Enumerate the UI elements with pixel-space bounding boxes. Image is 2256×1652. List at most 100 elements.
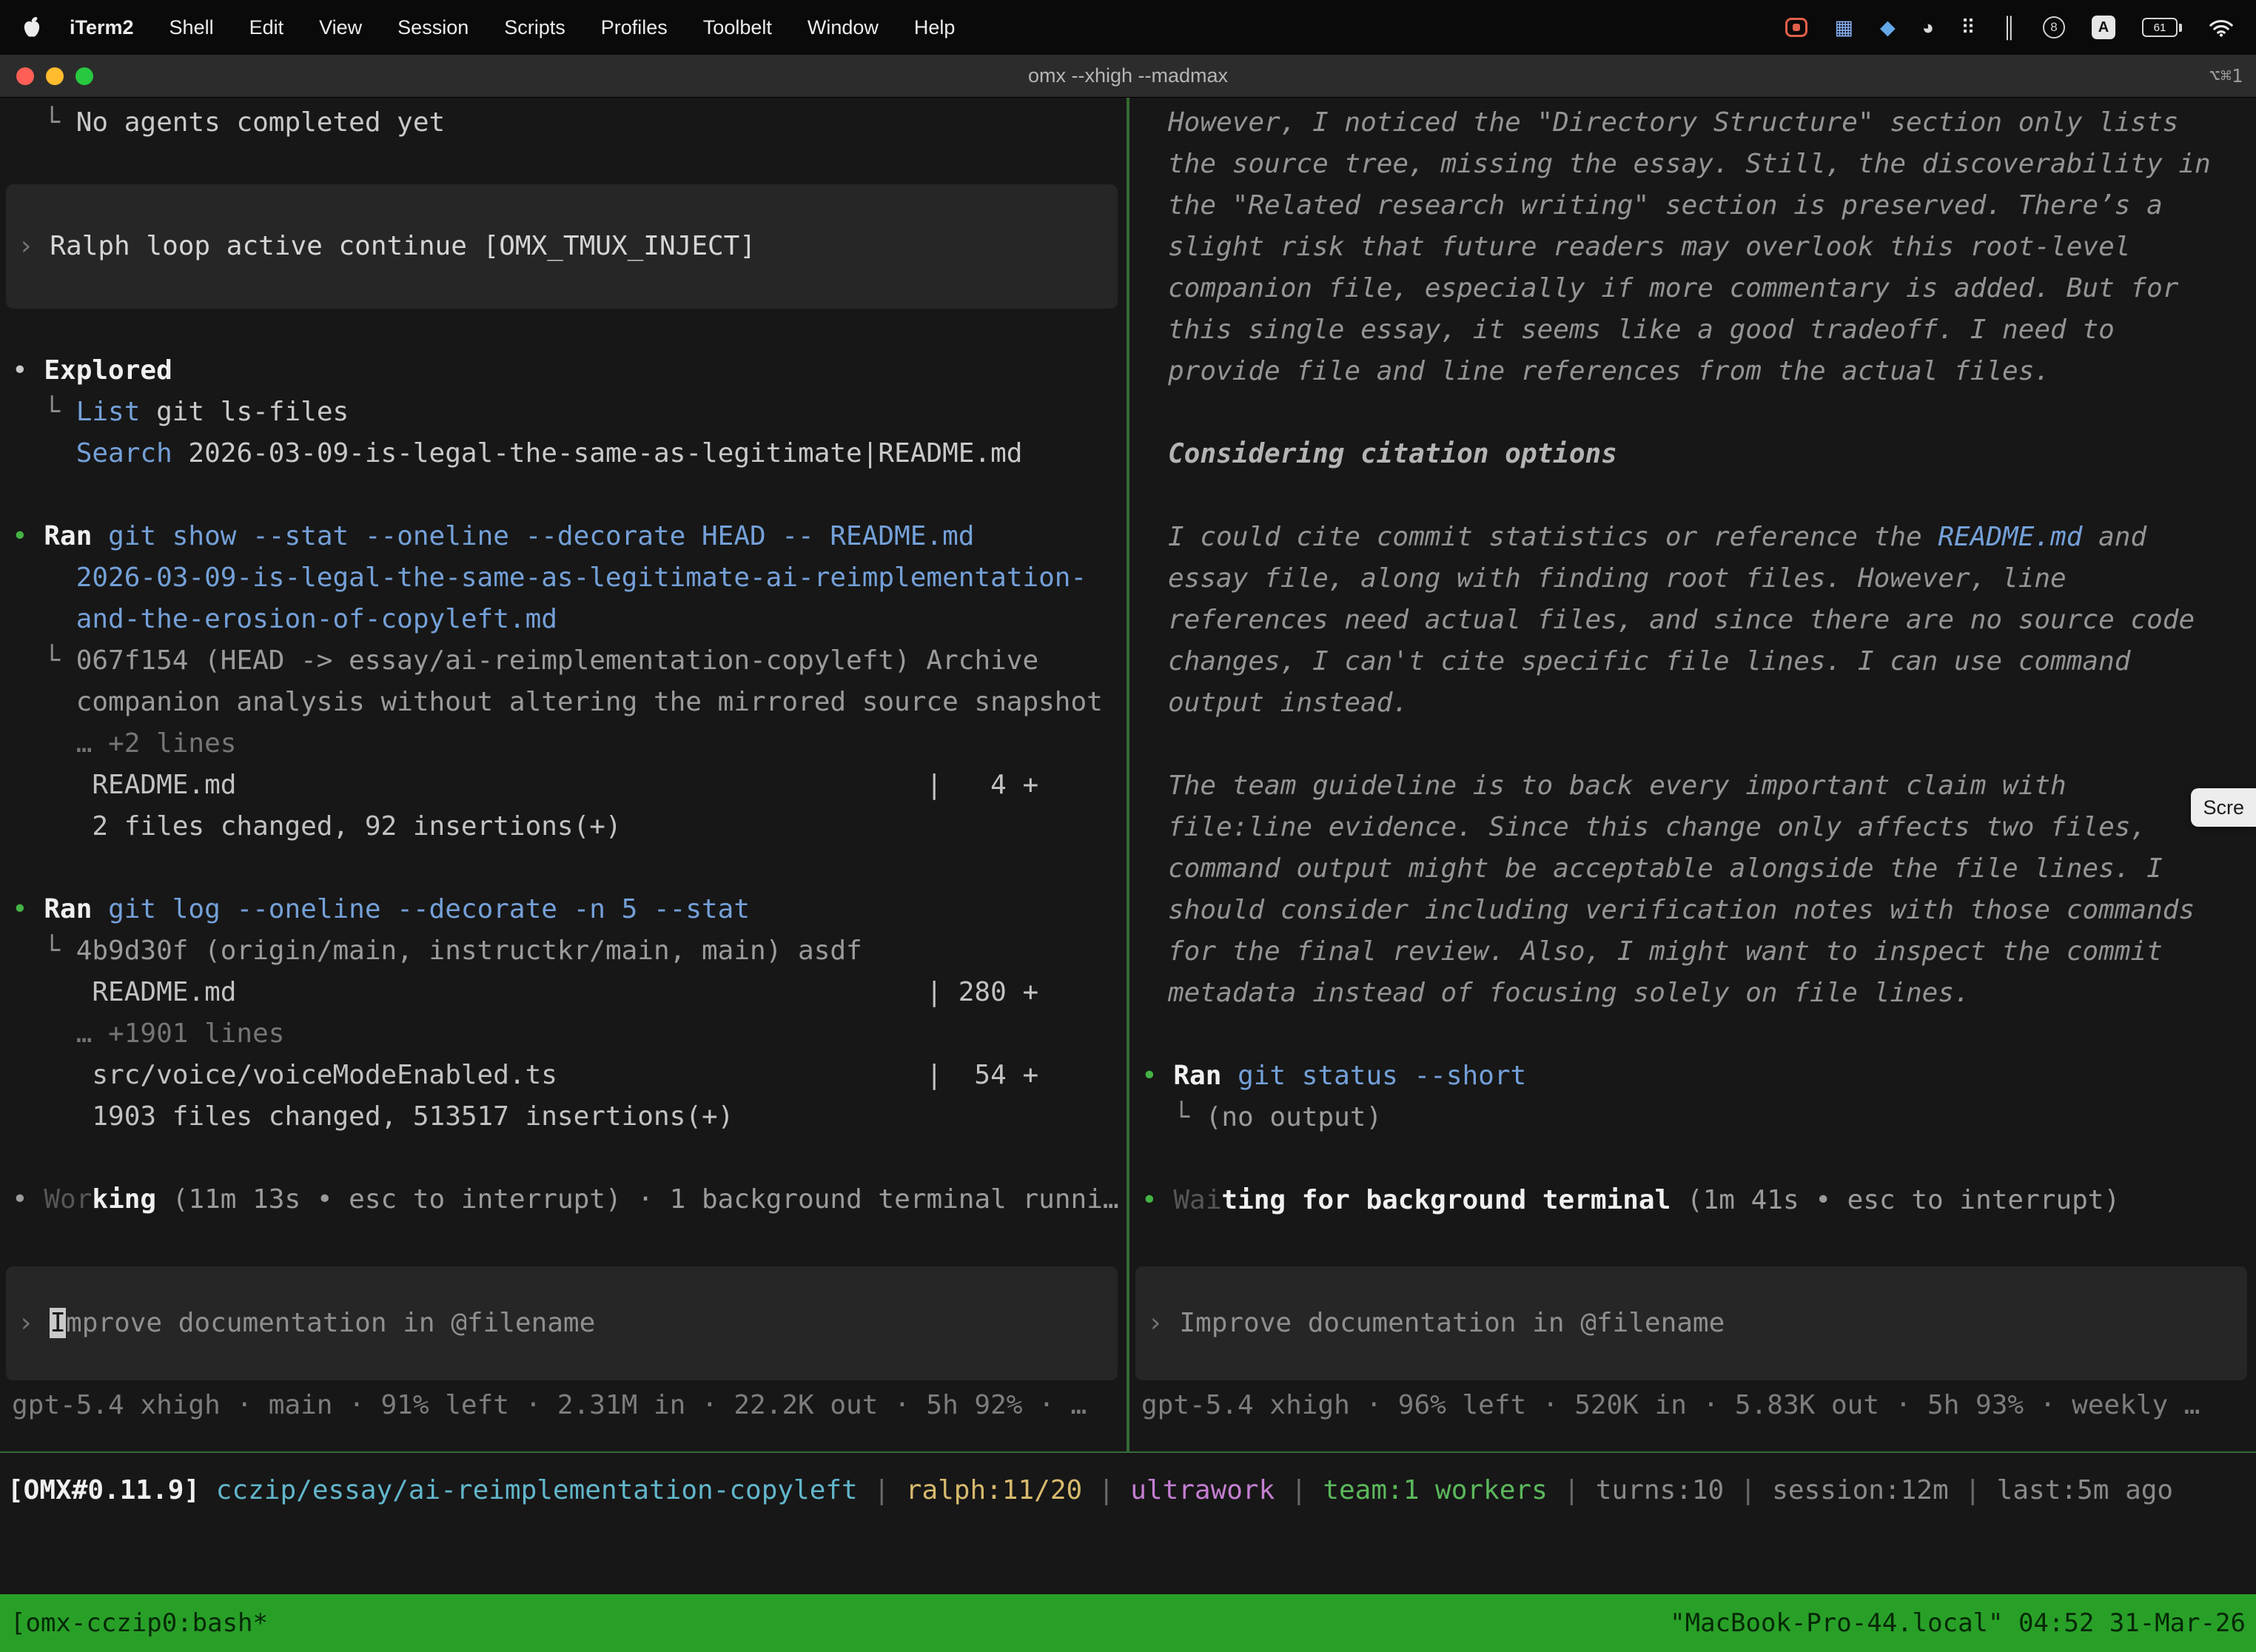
- explored-search-line: Search 2026-03-09-is-legal-the-same-as-l…: [12, 433, 1127, 474]
- battery-icon[interactable]: 61: [2142, 18, 2182, 37]
- menu-item-profiles[interactable]: Profiles: [583, 16, 685, 39]
- tmux-status-bar: [omx-cczip0:bash* "MacBook-Pro-44.local"…: [0, 1594, 2256, 1652]
- keyboard-input-source-icon[interactable]: A: [2092, 16, 2115, 39]
- ran-verb: Ran: [44, 521, 92, 551]
- separator: |: [1548, 1475, 1596, 1505]
- tree-glyph: └: [1141, 1102, 1206, 1132]
- git-show-output-line: companion analysis without altering the …: [12, 682, 1127, 723]
- git-show-output-line: └ 067f154 (HEAD -> essay/ai-reimplementa…: [12, 640, 1127, 682]
- reasoning-paragraph: I could cite commit statistics or refere…: [1168, 517, 2219, 724]
- git-log-output-line: └ 4b9d30f (origin/main, instructkr/main,…: [12, 930, 1127, 972]
- circle-app-icon[interactable]: ◕: [1922, 18, 1934, 38]
- more-lines: … +1901 lines: [12, 1018, 284, 1049]
- menu-item-session[interactable]: Session: [380, 16, 486, 39]
- tree-glyph: └: [12, 107, 76, 138]
- diffstat-line: README.md | 4 +: [12, 765, 1127, 806]
- stats-gauge-icon[interactable]: 8: [2043, 16, 2065, 38]
- command-text: git log --oneline --decorate -n 5 --stat: [92, 894, 750, 924]
- window-title-bar[interactable]: omx --xhigh --madmax ⌥⌘1: [0, 55, 2256, 98]
- right-terminal-pane[interactable]: However, I noticed the "Directory Struct…: [1129, 98, 2256, 1451]
- prompt-input[interactable]: › Improve documentation in @filename: [1135, 1266, 2247, 1380]
- tree-glyph: └: [12, 936, 76, 966]
- command-text: git status --short: [1221, 1061, 1526, 1091]
- status-word: ting for background terminal: [1221, 1185, 1671, 1215]
- menu-item-edit[interactable]: Edit: [232, 16, 302, 39]
- separator: |: [1275, 1475, 1323, 1505]
- git-log-command-line: • Ran git log --oneline --decorate -n 5 …: [12, 889, 1127, 930]
- apple-menu-icon[interactable]: [22, 16, 41, 38]
- commit-summary: companion analysis without altering the …: [12, 687, 1103, 717]
- explored-list-line: └ List git ls-files: [12, 392, 1127, 433]
- ran-verb: Ran: [1173, 1061, 1221, 1091]
- battery-percent-label: 61: [2154, 21, 2166, 34]
- diffstat-text: README.md | 280 +: [12, 977, 1038, 1007]
- menu-item-shell[interactable]: Shell: [152, 16, 232, 39]
- menu-item-iterm2[interactable]: iTerm2: [52, 16, 152, 39]
- omx-status-bar: [OMX#0.11.9] cczip/essay/ai-reimplementa…: [0, 1453, 2256, 1594]
- separator: |: [1724, 1475, 1772, 1505]
- status-word-shimmer: Wor: [44, 1184, 92, 1215]
- bullet: •: [12, 1184, 44, 1215]
- omx-mode: ultrawork: [1130, 1475, 1275, 1505]
- diamond-app-icon[interactable]: ◆: [1880, 18, 1896, 38]
- bullet: •: [1141, 1185, 1173, 1215]
- file-reference: README.md: [1938, 522, 2082, 552]
- omx-last-activity: last:5m ago: [1997, 1475, 2173, 1505]
- status-detail: (11m 13s • esc to interrupt) · 1 backgro…: [156, 1184, 1118, 1215]
- input-value: Improve documentation in @filename: [1179, 1308, 1725, 1338]
- command-wrap-line: 2026-03-09-is-legal-the-same-as-legitima…: [12, 557, 1127, 599]
- screen: { "title_bar": { "title": "omx --xhigh -…: [0, 0, 2256, 1652]
- close-button[interactable]: [16, 67, 34, 85]
- bullet: •: [12, 894, 44, 924]
- menu-item-help[interactable]: Help: [896, 16, 973, 39]
- screen-share-notification[interactable]: Scre: [2191, 788, 2256, 827]
- window-title: omx --xhigh --madmax: [0, 64, 2256, 87]
- prompt-glyph: ›: [1147, 1308, 1179, 1338]
- reasoning-paragraph: However, I noticed the "Directory Struct…: [1168, 102, 2219, 392]
- ralph-loop-banner: › Ralph loop active continue [OMX_TMUX_I…: [6, 184, 1118, 309]
- prompt-input[interactable]: › Improve documentation in @filename: [6, 1266, 1118, 1380]
- text-cursor: I: [50, 1308, 66, 1338]
- diffstat-line: src/voice/voiceModeEnabled.ts | 54 +: [12, 1055, 1127, 1096]
- left-terminal-pane[interactable]: └ No agents completed yet › Ralph loop a…: [0, 98, 1127, 1451]
- command-text: git show --stat --oneline --decorate HEA…: [92, 521, 974, 551]
- dots-grid-icon[interactable]: ⠿: [1961, 18, 1975, 38]
- diffstat-line: 1903 files changed, 513517 insertions(+): [12, 1096, 1127, 1138]
- omx-branch: cczip/essay/ai-reimplementation-copyleft: [216, 1475, 858, 1505]
- omx-version: [OMX#0.11.9]: [7, 1475, 200, 1505]
- commit-summary: 067f154 (HEAD -> essay/ai-reimplementati…: [76, 645, 1038, 676]
- tree-glyph: └: [12, 645, 76, 676]
- zoom-button[interactable]: [75, 67, 93, 85]
- battery-nub: [2179, 24, 2182, 32]
- diffstat-line: 2 files changed, 92 insertions(+): [12, 806, 1127, 847]
- menu-item-toolbelt[interactable]: Toolbelt: [685, 16, 790, 39]
- bullet: •: [1141, 1061, 1173, 1091]
- bullet: •: [12, 355, 44, 386]
- tool-verb: List: [76, 397, 141, 427]
- reasoning-paragraph: The team guideline is to back every impo…: [1168, 765, 2219, 1014]
- omx-turns: turns:10: [1596, 1475, 1724, 1505]
- minimize-button[interactable]: [46, 67, 64, 85]
- left-pane-footer: › Improve documentation in @filename gpt…: [12, 1266, 1127, 1451]
- model-status-line: gpt-5.4 xhigh · main · 91% left · 2.31M …: [12, 1385, 1127, 1426]
- input-value: mprove documentation in @filename: [66, 1308, 595, 1338]
- wifi-icon[interactable]: [2209, 18, 2234, 37]
- menu-item-window[interactable]: Window: [790, 16, 896, 39]
- git-status-output-line: └ (no output): [1141, 1097, 2256, 1138]
- git-status-command-line: • Ran git status --short: [1141, 1055, 2256, 1097]
- command-text: 2026-03-09-is-legal-the-same-as-legitima…: [12, 563, 1087, 593]
- grid-app-icon[interactable]: ▦: [1834, 18, 1853, 38]
- menu-item-scripts[interactable]: Scripts: [486, 16, 583, 39]
- omx-session-time: session:12m: [1772, 1475, 1948, 1505]
- tool-verb: Search: [76, 438, 172, 469]
- diffstat-text: 1903 files changed, 513517 insertions(+): [12, 1101, 733, 1132]
- bars-icon[interactable]: ║: [2002, 18, 2016, 38]
- tool-args: git ls-files: [140, 397, 349, 427]
- separator: |: [1082, 1475, 1130, 1505]
- status-word: king: [92, 1184, 156, 1215]
- menu-item-view[interactable]: View: [301, 16, 380, 39]
- menu-bar-status-icons: ▦ ◆ ◕ ⠿ ║ 8 A 61: [1785, 16, 2234, 39]
- macos-menu-bar: iTerm2 Shell Edit View Session Scripts P…: [0, 0, 2256, 55]
- more-lines: … +2 lines: [12, 728, 236, 759]
- screen-recording-icon[interactable]: [1785, 18, 1807, 37]
